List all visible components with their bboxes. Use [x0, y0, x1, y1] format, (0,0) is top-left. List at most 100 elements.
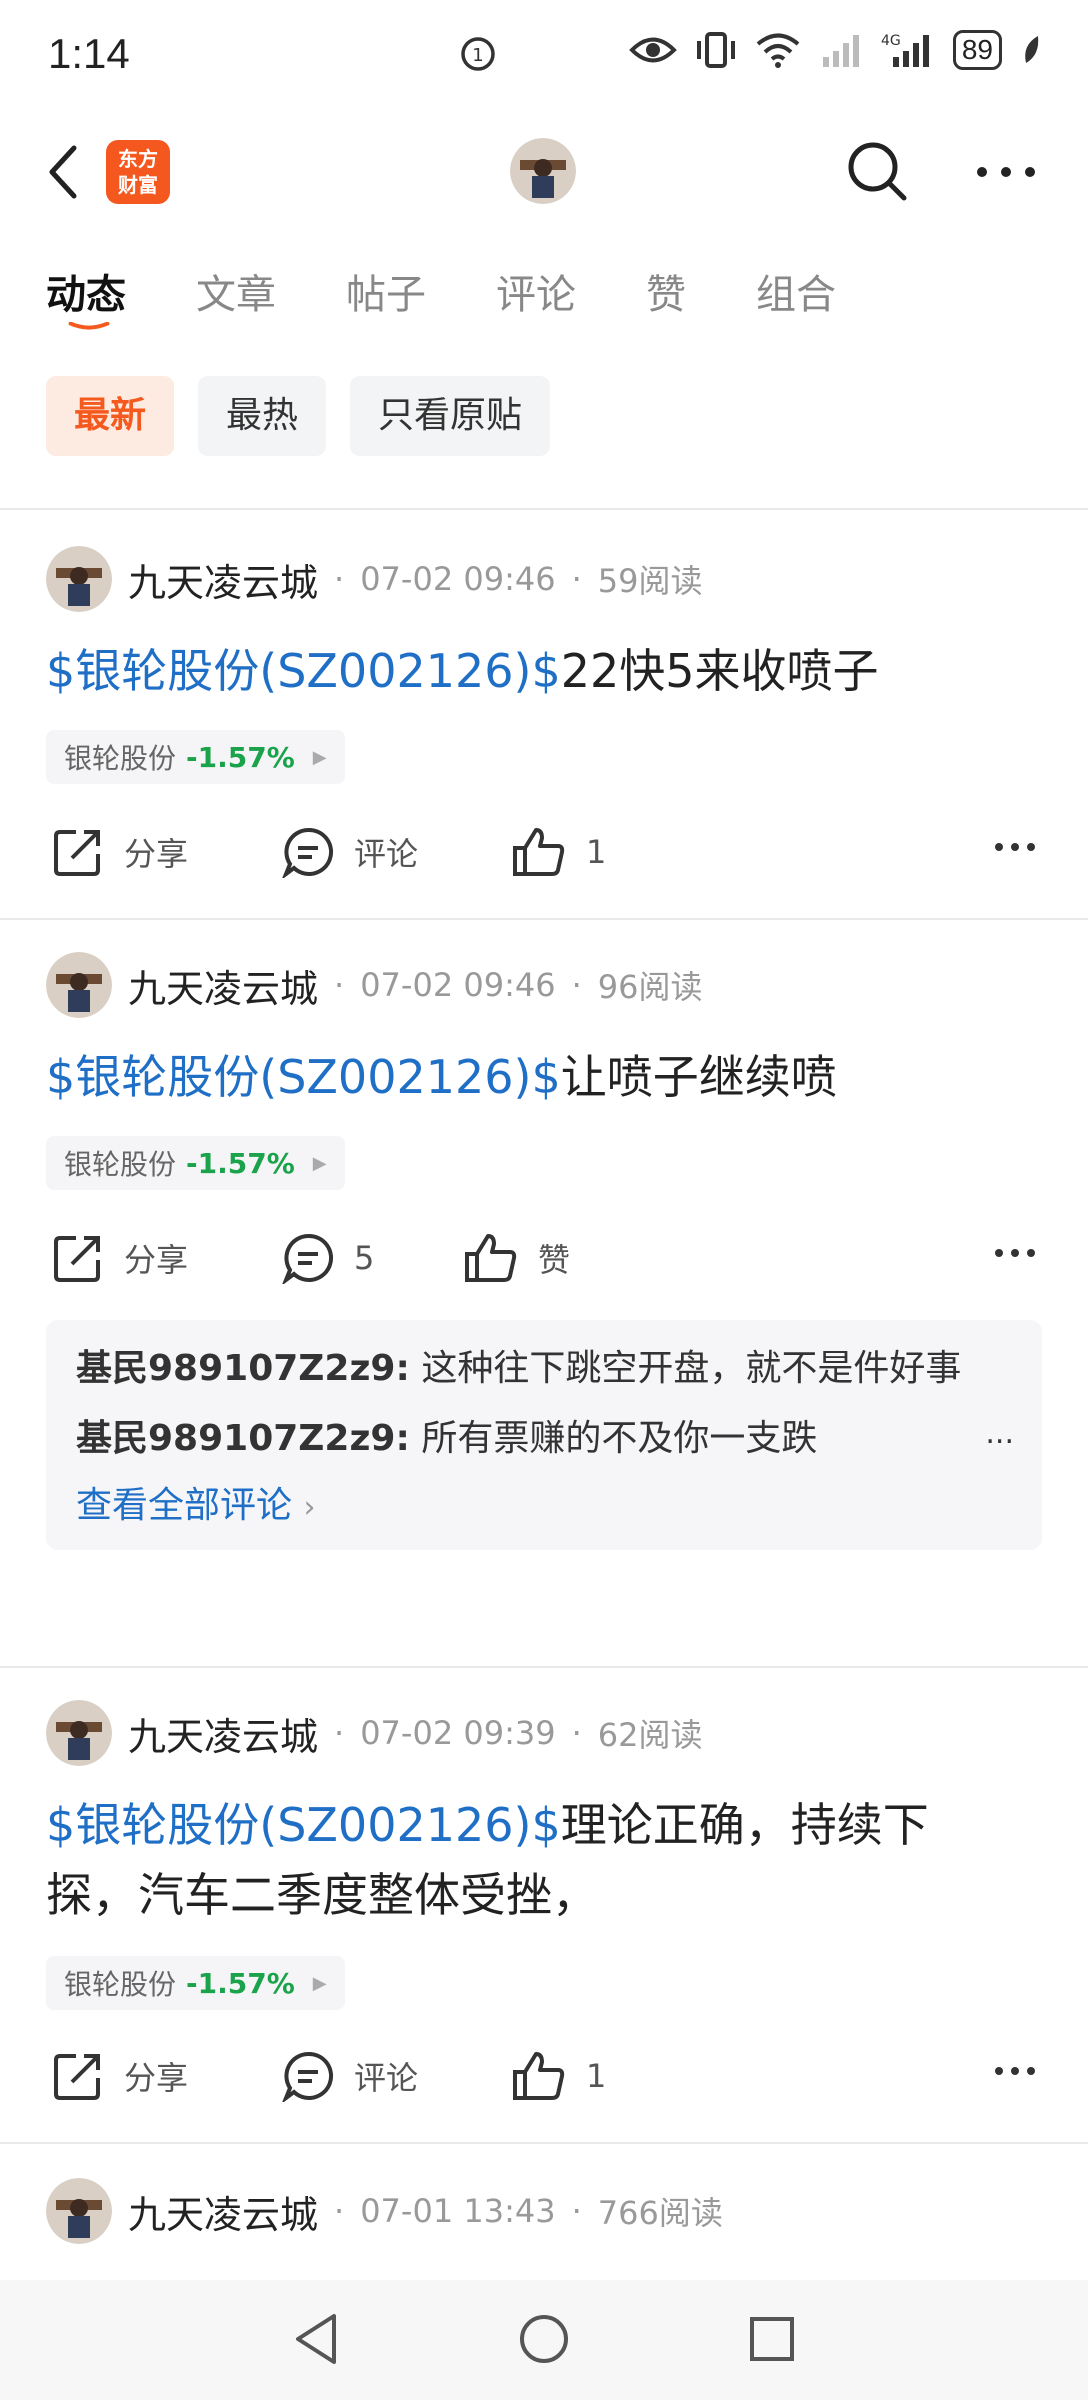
tab-likes[interactable]: 赞	[646, 262, 686, 326]
stock-tag-name: 银轮股份	[64, 1968, 177, 2001]
read-count: 62阅读	[597, 1716, 703, 1754]
status-bar: 1:14 1 4G 89	[0, 0, 1088, 110]
divider	[0, 508, 1088, 510]
thumbs-up-icon	[513, 828, 565, 876]
nav-home-icon[interactable]	[518, 2312, 570, 2366]
author-name[interactable]: 九天凌云城	[128, 1706, 318, 1761]
post-header: 九天凌云城 · 07-01 13:43 · 766阅读	[46, 2176, 723, 2246]
post-more-icon[interactable]	[994, 1248, 1036, 1258]
tab-label: 文章	[196, 272, 276, 318]
author-avatar[interactable]	[46, 1700, 112, 1766]
post-content[interactable]: $银轮股份(SZ002126)$让喷子继续喷	[46, 1042, 1046, 1112]
meta-dot: ·	[571, 1714, 582, 1752]
divider	[0, 918, 1088, 920]
tab-label: 组合	[756, 272, 836, 318]
comment-button[interactable]: 评论	[282, 812, 418, 892]
post-date: 07-02 09:46	[360, 560, 556, 598]
meta-dot: ·	[334, 560, 345, 598]
stock-tag-change: -1.57%	[186, 1966, 295, 2000]
comment-more-ellipsis[interactable]: ...	[985, 1416, 1014, 1451]
comment-text: 所有票赚的不及你一支跌	[421, 1418, 818, 1459]
eye-icon	[629, 37, 677, 63]
author-avatar[interactable]	[46, 546, 112, 612]
caret-right-icon: ▶	[312, 1152, 327, 1174]
stock-tag[interactable]: 银轮股份 -1.57% ▶	[46, 1956, 345, 2010]
filter-chips: 最新 最热 只看原贴	[46, 376, 551, 456]
post-content[interactable]: $银轮股份(SZ002126)$理论正确，持续下探，汽车二季度整体受挫，	[46, 1790, 1006, 1930]
author-avatar[interactable]	[46, 2178, 112, 2244]
tab-comments[interactable]: 评论	[496, 262, 576, 326]
stock-link[interactable]: $银轮股份(SZ002126)$	[46, 644, 561, 698]
comment-user[interactable]: 基民989107Z2z9	[76, 1348, 395, 1389]
post-date: 07-01 13:43	[360, 2192, 556, 2230]
share-label: 分享	[124, 835, 189, 873]
stock-link[interactable]: $银轮股份(SZ002126)$	[46, 1050, 561, 1104]
comment-button[interactable]: 评论	[282, 2036, 418, 2116]
user-avatar[interactable]	[510, 138, 576, 204]
filter-original-only[interactable]: 只看原贴	[350, 376, 551, 456]
comment-icon	[282, 827, 334, 878]
like-button[interactable]: 1	[512, 812, 606, 892]
author-name[interactable]: 九天凌云城	[128, 552, 318, 607]
stock-tag-change: -1.57%	[186, 740, 295, 774]
caret-right-icon: ▶	[312, 746, 327, 768]
meta-dot: ·	[334, 2192, 345, 2230]
comment-text: 这种往下跳空开盘，就不是件好事	[421, 1348, 962, 1389]
comment-button[interactable]: 5	[282, 1218, 374, 1298]
tab-posts[interactable]: 帖子	[346, 262, 426, 326]
comment-label: 评论	[354, 835, 419, 873]
chevron-right-icon: ›	[303, 1490, 316, 1525]
read-count: 59阅读	[597, 562, 703, 600]
search-icon[interactable]	[846, 140, 908, 202]
more-options-icon[interactable]	[976, 166, 1036, 178]
comment-preview[interactable]: 基民989107Z2z9: 这种往下跳空开盘，就不是件好事 ... 基民9891…	[46, 1320, 1042, 1550]
tab-portfolio[interactable]: 组合	[756, 262, 836, 326]
author-name[interactable]: 九天凌云城	[128, 958, 318, 1013]
logo-text-bottom: 财富	[118, 173, 158, 197]
meta-dot: ·	[334, 966, 345, 1004]
comment-icon	[282, 2051, 334, 2102]
share-button[interactable]: 分享	[52, 2036, 188, 2116]
stock-link[interactable]: $银轮股份(SZ002126)$	[46, 1798, 561, 1852]
share-label: 分享	[124, 2059, 189, 2097]
stock-tag[interactable]: 银轮股份 -1.57% ▶	[46, 1136, 345, 1190]
filter-hottest[interactable]: 最热	[198, 376, 327, 456]
view-all-label: 查看全部评论	[76, 1485, 293, 1526]
leaf-icon	[1025, 36, 1039, 63]
tab-label: 动态	[46, 272, 126, 318]
eastmoney-logo[interactable]: 东方 财富	[106, 140, 170, 204]
meta-dot: ·	[334, 1714, 345, 1752]
comment-separator: :	[395, 1348, 410, 1389]
share-button[interactable]: 分享	[52, 812, 188, 892]
share-button[interactable]: 分享	[52, 1218, 188, 1298]
post-actions: 分享 评论 1	[0, 812, 1088, 892]
back-arrow-icon[interactable]	[44, 142, 84, 202]
tab-dynamic[interactable]: 动态	[46, 262, 126, 330]
tab-articles[interactable]: 文章	[196, 262, 276, 326]
comment-user[interactable]: 基民989107Z2z9	[76, 1418, 395, 1459]
view-all-comments-link[interactable]: 查看全部评论 ›	[76, 1476, 1012, 1528]
like-button[interactable]: 赞	[464, 1218, 570, 1298]
post-date: 07-02 09:46	[360, 966, 556, 1004]
post-header: 九天凌云城 · 07-02 09:46 · 96阅读	[46, 950, 702, 1020]
like-button[interactable]: 1	[512, 2036, 606, 2116]
share-icon	[54, 2054, 100, 2100]
comment-item: 基民989107Z2z9: 这种往下跳空开盘，就不是件好事	[76, 1342, 1012, 1396]
post-content[interactable]: $银轮股份(SZ002126)$22快5来收喷子	[46, 636, 1046, 706]
meta-dot: ·	[571, 560, 582, 598]
stock-tag-name: 银轮股份	[64, 742, 177, 775]
profile-tabs: 动态 文章 帖子 评论 赞 组合	[46, 262, 906, 330]
active-tab-indicator	[68, 322, 110, 330]
post-more-icon[interactable]	[994, 2066, 1036, 2076]
tab-label: 帖子	[346, 272, 426, 318]
filter-latest[interactable]: 最新	[46, 376, 175, 456]
nav-back-icon[interactable]	[292, 2312, 340, 2366]
post-more-icon[interactable]	[994, 842, 1036, 852]
stock-tag[interactable]: 银轮股份 -1.57% ▶	[46, 730, 345, 784]
like-count: 1	[586, 2057, 607, 2095]
nav-recents-icon[interactable]	[748, 2312, 796, 2366]
post-date: 07-02 09:39	[360, 1714, 556, 1752]
author-name[interactable]: 九天凌云城	[128, 2184, 318, 2239]
author-avatar[interactable]	[46, 952, 112, 1018]
battery-indicator: 89	[952, 30, 1002, 70]
